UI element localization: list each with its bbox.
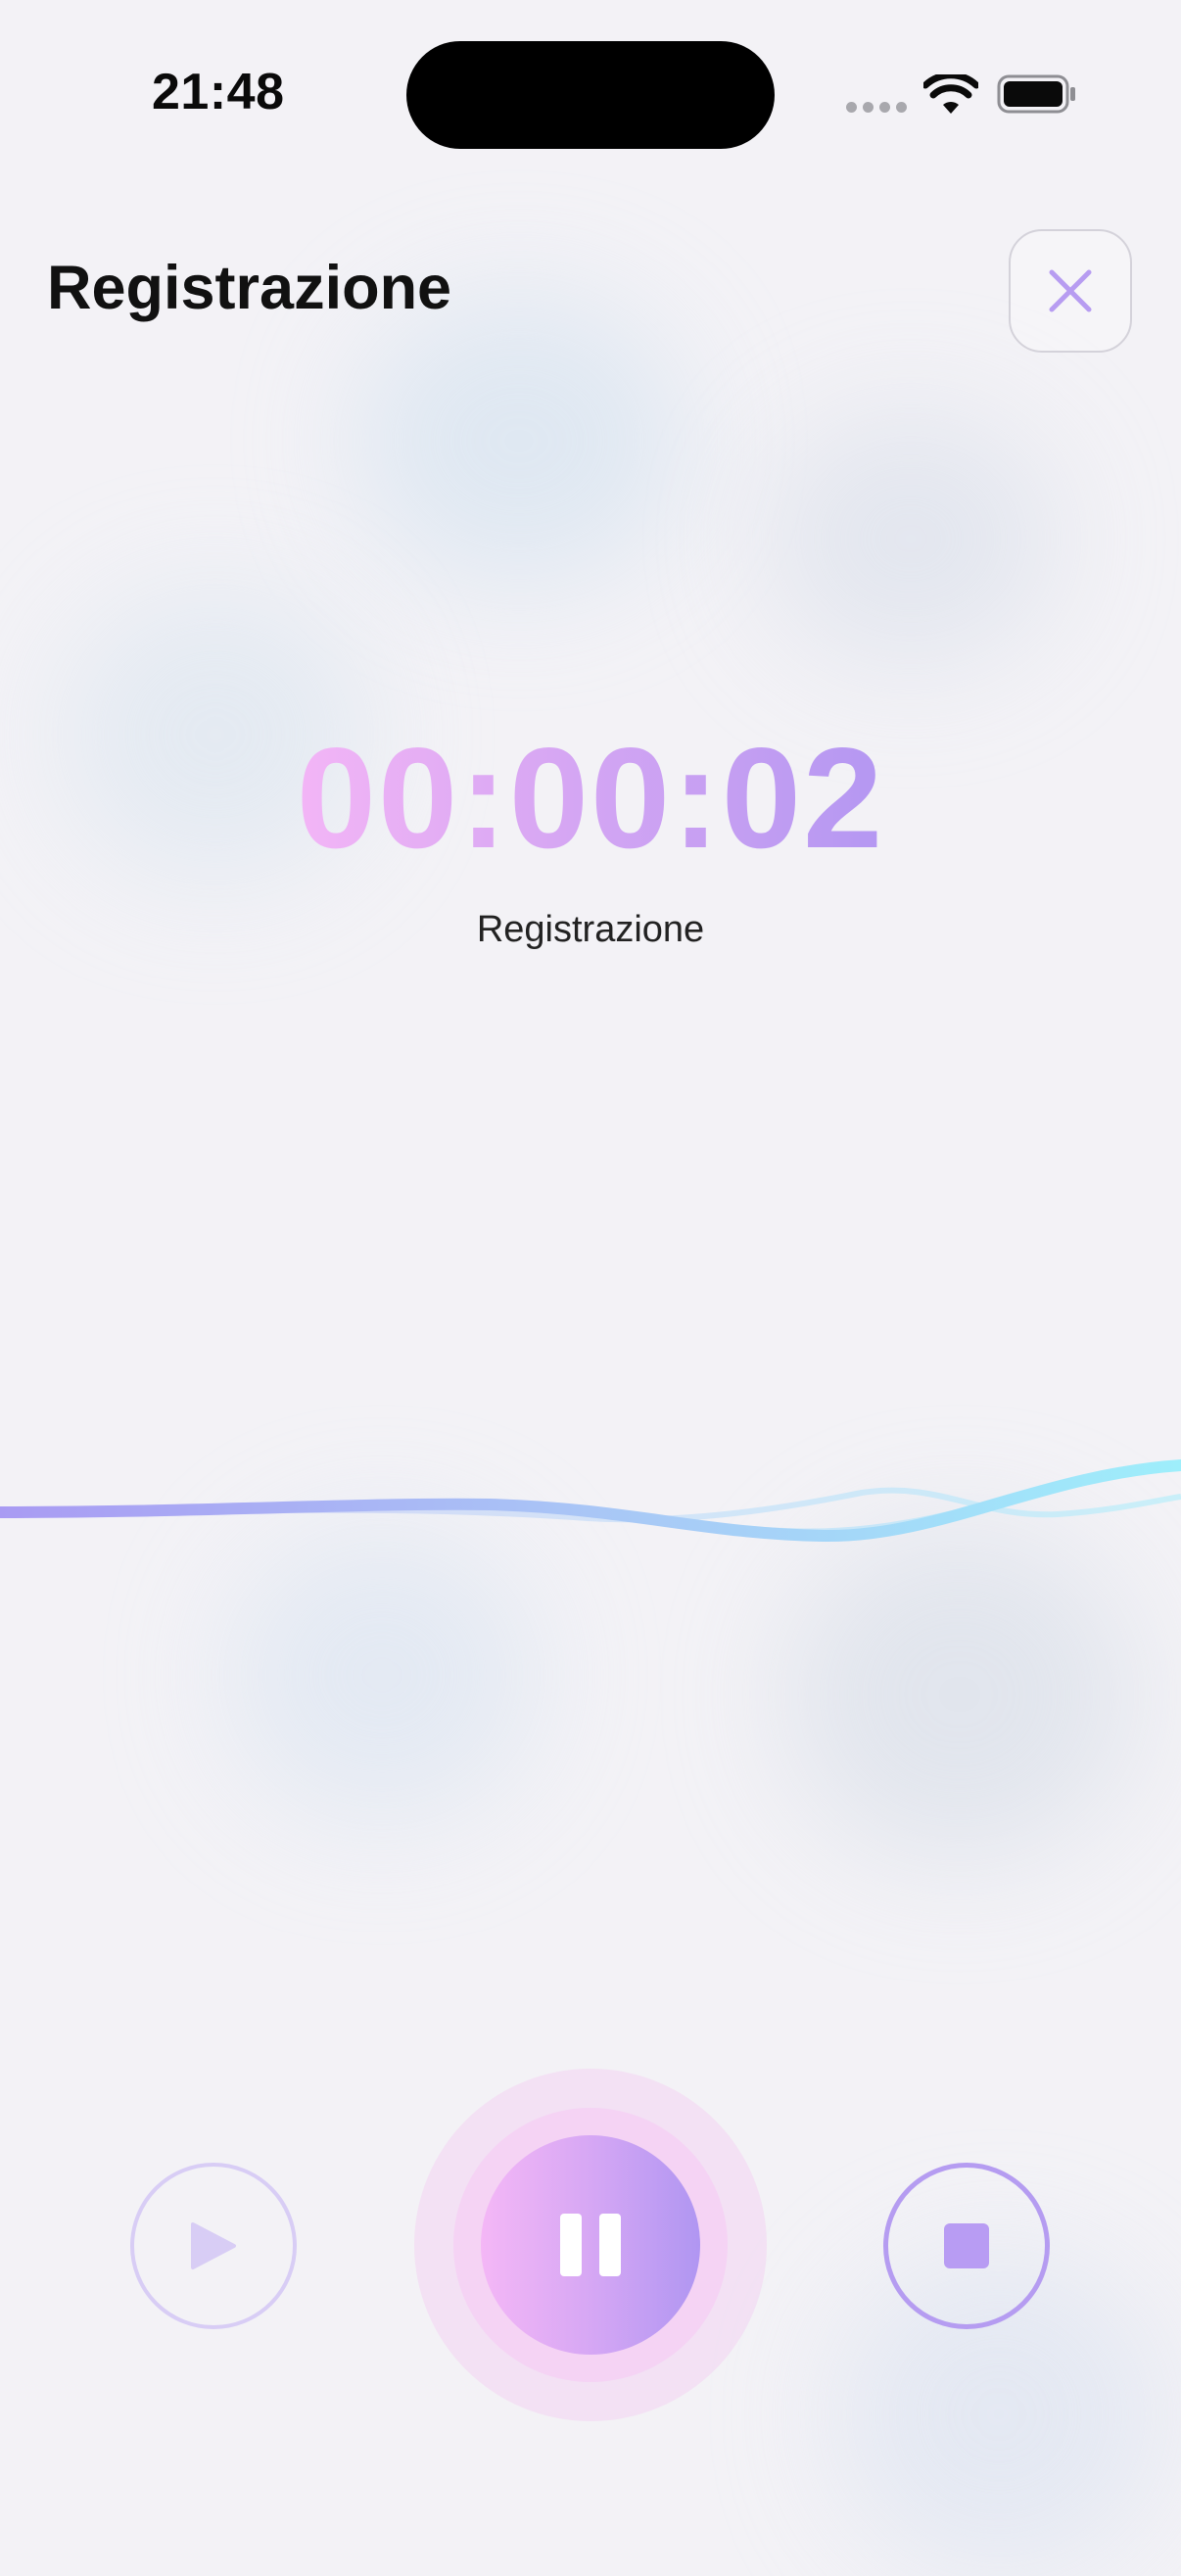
- close-button[interactable]: [1009, 229, 1132, 353]
- dynamic-island: [406, 41, 775, 149]
- background-blob: [225, 1528, 539, 1822]
- background-blob: [783, 1528, 1136, 1861]
- background-blob: [353, 294, 685, 588]
- recording-status-label: Registrazione: [476, 909, 705, 950]
- elapsed-timer: 00:00:02: [0, 723, 1181, 874]
- page-title: Registrazione: [47, 254, 452, 322]
- pause-button-halo: [414, 2069, 767, 2421]
- elapsed-time-text: 00:00:02: [296, 718, 885, 878]
- stop-icon: [944, 2223, 989, 2268]
- battery-icon: [997, 74, 1075, 114]
- stop-button[interactable]: [883, 2163, 1050, 2329]
- status-time: 21:48: [152, 64, 285, 120]
- cellular-signal-icon: [846, 102, 907, 113]
- play-button[interactable]: [130, 2163, 297, 2329]
- background-blob: [764, 411, 1058, 666]
- audio-waveform: [0, 1459, 1181, 1543]
- play-icon: [191, 2222, 236, 2269]
- pause-button[interactable]: [481, 2135, 700, 2355]
- pause-icon: [560, 2214, 582, 2276]
- pause-icon: [599, 2214, 621, 2276]
- close-icon: [1049, 269, 1092, 312]
- wifi-icon: [923, 74, 978, 114]
